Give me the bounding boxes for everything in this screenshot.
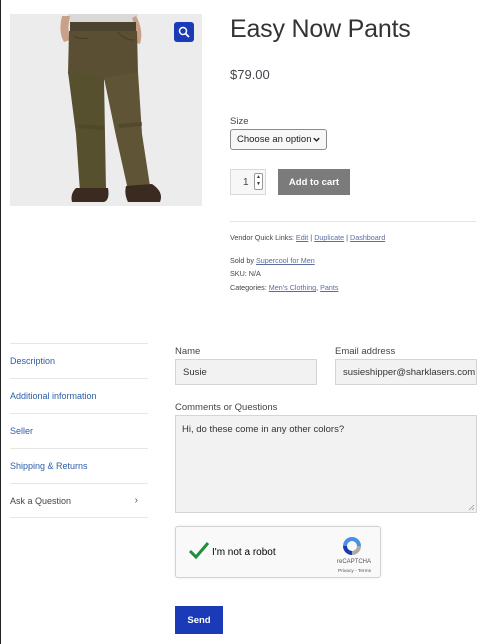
vendor-link[interactable]: Supercool for Men <box>256 256 315 265</box>
comments-value: Hi, do these come in any other colors? <box>182 424 345 435</box>
send-button[interactable]: Send <box>175 606 223 634</box>
categories: Categories: Men's Clothing, Pants <box>230 283 339 292</box>
divider <box>230 221 476 222</box>
magnifier-icon <box>178 26 190 38</box>
recaptcha-widget[interactable]: I'm not a robot reCAPTCHA Privacy - Term… <box>175 526 381 578</box>
quantity-stepper[interactable]: ▲ ▼ <box>254 173 263 190</box>
tab-label: Seller <box>10 426 34 436</box>
quantity-value: 1 <box>243 176 249 188</box>
tab-label: Ask a Question <box>10 495 72 506</box>
category-link-pants[interactable]: Pants <box>320 283 338 292</box>
resize-grip-icon[interactable] <box>468 504 475 511</box>
dashboard-link[interactable]: Dashboard <box>350 233 385 242</box>
vendor-links-label: Vendor Quick Links: <box>230 233 294 242</box>
sku: SKU: N/A <box>230 269 261 278</box>
captcha-privacy-terms[interactable]: Privacy - Terms <box>338 569 371 574</box>
tab-additional-information[interactable]: Additional information <box>10 378 148 413</box>
edit-link[interactable]: Edit <box>296 233 308 242</box>
size-select-value: Choose an option <box>237 134 312 145</box>
checkmark-icon[interactable] <box>188 540 210 560</box>
product-title: Easy Now Pants <box>230 15 411 43</box>
name-value: Susie <box>183 366 207 378</box>
page-frame-edge <box>0 0 1 644</box>
tab-seller[interactable]: Seller <box>10 413 148 448</box>
chevron-down-icon <box>313 137 320 142</box>
captcha-label: I'm not a robot <box>212 547 276 558</box>
comments-label: Comments or Questions <box>175 402 278 413</box>
sold-by-label: Sold by <box>230 256 254 265</box>
sold-by: Sold by Supercool for Men <box>230 256 315 265</box>
tab-description[interactable]: Description <box>10 343 148 378</box>
comments-textarea[interactable]: Hi, do these come in any other colors? <box>175 415 477 513</box>
product-tabs: Description Additional information Selle… <box>10 343 148 518</box>
product-image[interactable] <box>10 14 202 206</box>
tab-label: Description <box>10 356 56 366</box>
email-value: susieshipper@sharklasers.com <box>343 366 476 378</box>
add-to-cart-button[interactable]: Add to cart <box>278 169 350 195</box>
email-field[interactable]: susieshipper@sharklasers.com <box>335 359 477 385</box>
tab-shipping-returns[interactable]: Shipping & Returns <box>10 448 148 483</box>
zoom-button[interactable] <box>174 22 194 42</box>
category-link-mens-clothing[interactable]: Men's Clothing <box>269 283 316 292</box>
captcha-brand: reCAPTCHA <box>336 559 371 565</box>
name-field[interactable]: Susie <box>175 359 317 385</box>
chevron-right-icon: › <box>134 495 138 506</box>
vendor-quick-links: Vendor Quick Links: Edit | Duplicate | D… <box>230 233 386 242</box>
recaptcha-logo-icon <box>343 537 361 555</box>
categories-label: Categories: <box>230 283 267 292</box>
email-label: Email address <box>335 346 396 357</box>
quantity-input[interactable]: 1 ▲ ▼ <box>230 169 266 195</box>
tab-ask-a-question[interactable]: Ask a Question › <box>10 483 148 518</box>
name-label: Name <box>175 346 201 357</box>
size-select[interactable]: Choose an option <box>230 129 327 150</box>
pants-illustration <box>60 14 161 202</box>
duplicate-link[interactable]: Duplicate <box>314 233 344 242</box>
product-price: $79.00 <box>230 67 270 82</box>
tab-label: Additional information <box>10 391 97 401</box>
size-label: Size <box>230 116 249 127</box>
tab-label: Shipping & Returns <box>10 461 88 471</box>
